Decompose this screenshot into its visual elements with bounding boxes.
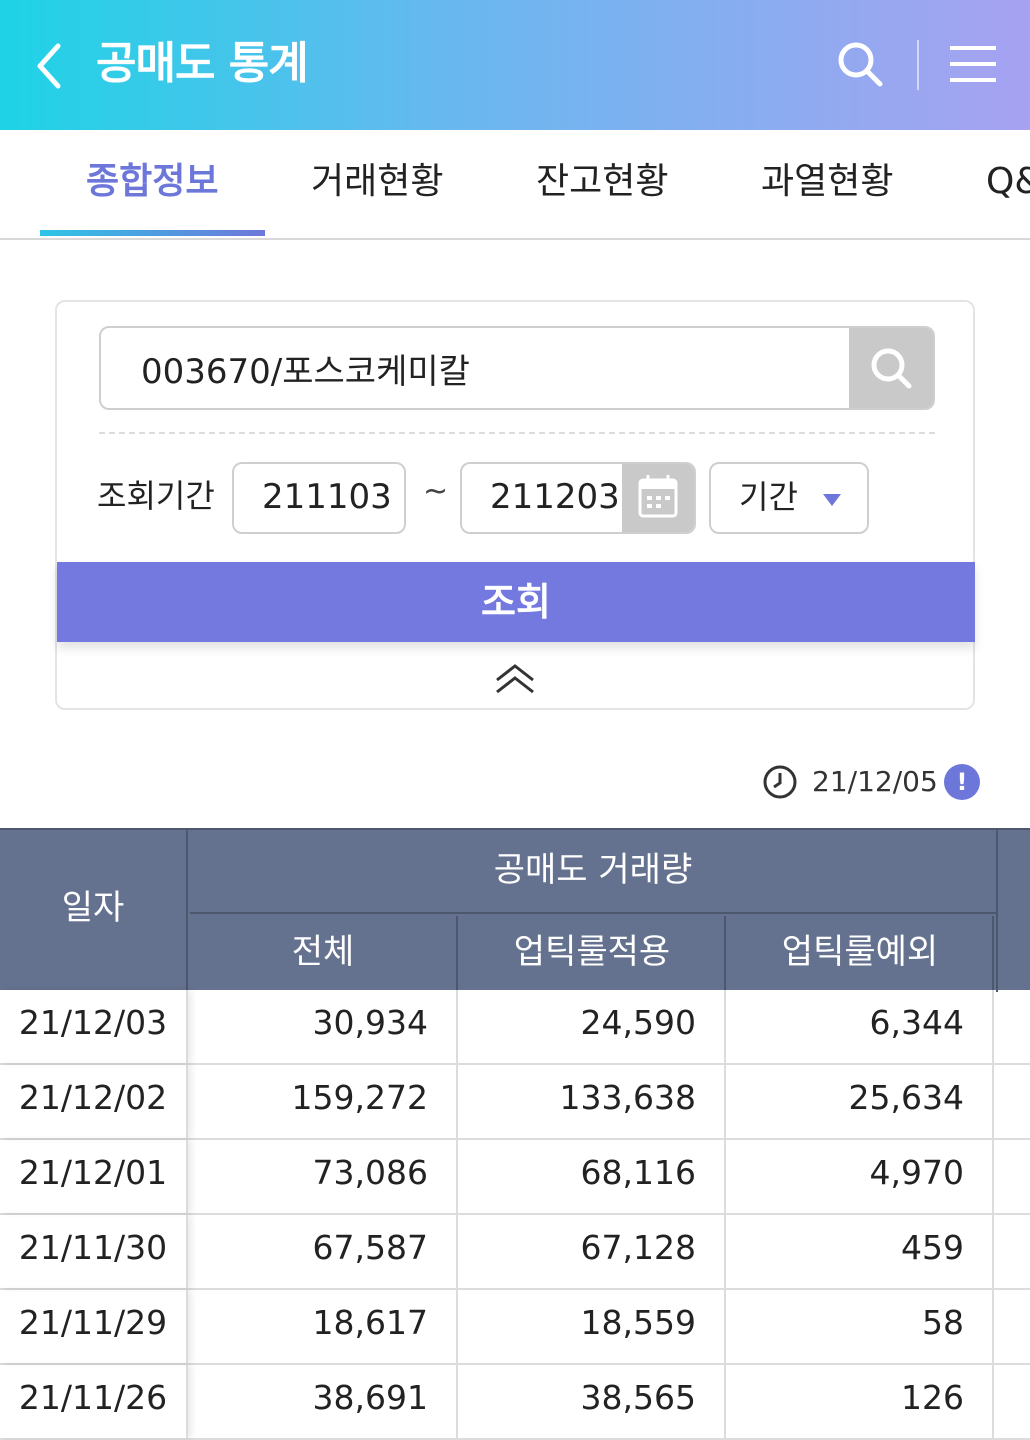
tab-summary[interactable]: 종합정보 — [86, 158, 218, 206]
tab-trading[interactable]: 거래현황 — [311, 158, 443, 206]
header-divider — [917, 40, 919, 90]
cell-total: 67,587 — [190, 1215, 458, 1288]
cell-uptick-exception: 6,344 — [728, 990, 994, 1063]
period-select-value: 기간 — [739, 478, 798, 516]
cell-uptick: 133,638 — [460, 1065, 726, 1138]
cell-uptick-exception: 459 — [728, 1215, 994, 1288]
period-label: 조회기간 — [97, 477, 215, 515]
page-title: 공매도 통계 — [96, 38, 309, 89]
column-group-header: 공매도 거래량 — [190, 830, 996, 914]
stock-search-input[interactable] — [101, 328, 851, 408]
cell-total: 73,086 — [190, 1140, 458, 1213]
cell-uptick-exception: 126 — [728, 1365, 994, 1438]
cell-total: 159,272 — [190, 1065, 458, 1138]
search-icon[interactable] — [836, 40, 886, 90]
app-header: 공매도 통계 — [0, 0, 1030, 130]
cell-date: 21/11/30 — [0, 1215, 188, 1288]
info-icon[interactable]: ! — [944, 764, 980, 800]
column-header-overflow — [996, 830, 1030, 992]
stock-search-box — [99, 326, 935, 410]
cell-date: 21/11/26 — [0, 1365, 188, 1438]
cell-total: 38,691 — [190, 1365, 458, 1438]
short-selling-table: 일자 공매도 거래량 전체 업틱룰적용 업틱룰예외 21/12/03 30,93… — [0, 828, 1030, 1440]
table-row: 21/12/02 159,272 133,638 25,634 — [0, 1065, 1030, 1140]
tab-balance[interactable]: 잔고현황 — [536, 158, 668, 206]
tab-qna[interactable]: Q& — [986, 158, 1030, 206]
calendar-icon — [638, 475, 678, 518]
timestamp-text: 21/12/05 — [812, 765, 938, 798]
calendar-button[interactable] — [622, 464, 694, 532]
tab-bar: 종합정보 거래현황 잔고현황 과열현황 Q& — [0, 130, 1030, 240]
cell-uptick: 24,590 — [460, 990, 726, 1063]
cell-total: 18,617 — [190, 1290, 458, 1363]
clock-icon — [762, 764, 798, 800]
table-row: 21/11/26 38,691 38,565 126 — [0, 1365, 1030, 1440]
double-chevron-up-icon[interactable] — [493, 660, 537, 696]
table-row: 21/12/01 73,086 68,116 4,970 — [0, 1140, 1030, 1215]
active-tab-indicator — [40, 230, 265, 236]
cell-date: 21/12/02 — [0, 1065, 188, 1138]
table-row: 21/12/03 30,934 24,590 6,344 — [0, 990, 1030, 1065]
cell-uptick: 68,116 — [460, 1140, 726, 1213]
column-header-uptick: 업틱룰적용 — [460, 916, 726, 992]
cell-uptick: 38,565 — [460, 1365, 726, 1438]
column-header-date: 일자 — [0, 830, 188, 990]
period-select[interactable]: 기간 — [709, 462, 869, 534]
end-date-value: 211203 — [490, 477, 620, 517]
cell-date: 21/12/03 — [0, 990, 188, 1063]
cell-uptick-exception: 58 — [728, 1290, 994, 1363]
stock-search-button[interactable] — [849, 328, 933, 408]
query-button[interactable]: 조회 — [57, 562, 975, 642]
table-header: 일자 공매도 거래량 전체 업틱룰적용 업틱룰예외 — [0, 828, 1030, 992]
cell-uptick-exception: 25,634 — [728, 1065, 994, 1138]
table-row: 21/11/29 18,617 18,559 58 — [0, 1290, 1030, 1365]
cell-total: 30,934 — [190, 990, 458, 1063]
column-header-uptick-exception: 업틱룰예외 — [728, 916, 994, 992]
date-separator: ~ — [423, 474, 449, 509]
caret-down-icon — [823, 494, 841, 506]
column-header-total: 전체 — [190, 916, 458, 992]
dashed-divider — [99, 432, 935, 434]
cell-date: 21/11/29 — [0, 1290, 188, 1363]
start-date-field[interactable]: 211103 — [232, 462, 406, 534]
cell-uptick: 18,559 — [460, 1290, 726, 1363]
cell-uptick-exception: 4,970 — [728, 1140, 994, 1213]
search-panel: 조회기간 211103 ~ 211203 기간 조회 — [55, 300, 975, 710]
search-icon — [871, 348, 912, 389]
hamburger-menu-icon[interactable] — [948, 44, 998, 84]
cell-uptick: 67,128 — [460, 1215, 726, 1288]
tab-overheat[interactable]: 과열현황 — [761, 158, 893, 206]
cell-date: 21/12/01 — [0, 1140, 188, 1213]
end-date-field[interactable]: 211203 — [460, 462, 696, 534]
chevron-left-icon[interactable] — [28, 38, 72, 94]
table-row: 21/11/30 67,587 67,128 459 — [0, 1215, 1030, 1290]
